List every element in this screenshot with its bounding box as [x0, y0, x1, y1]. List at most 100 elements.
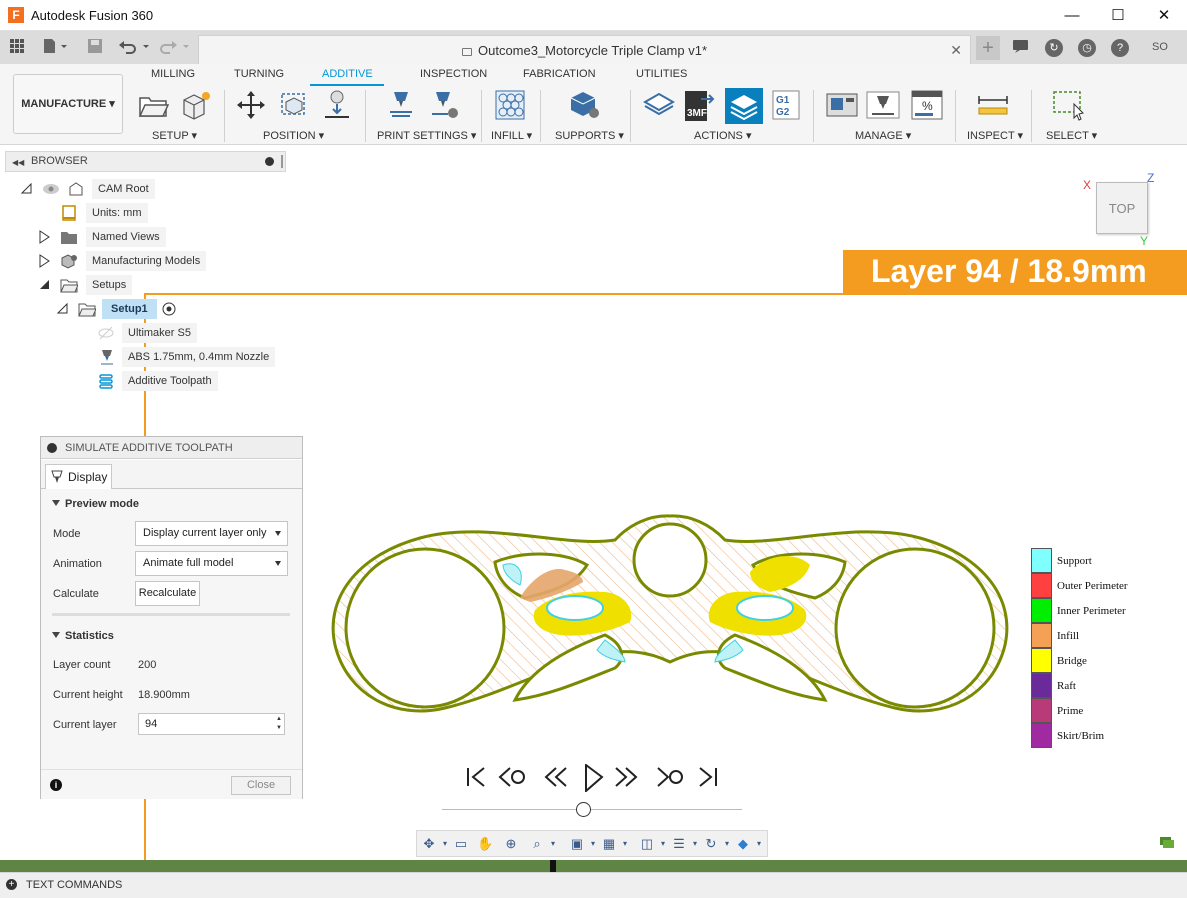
visibility-eye-icon[interactable]	[42, 182, 60, 196]
new-tab-plus-icon[interactable]: +	[976, 36, 1000, 60]
comments-icon[interactable]	[1160, 837, 1174, 849]
tab-milling[interactable]: MILLING	[151, 68, 195, 80]
mode-dropdown[interactable]: Display current layer only	[135, 521, 288, 546]
display-settings-icon[interactable]: ▣	[569, 836, 585, 852]
browser-minimize-icon[interactable]	[265, 157, 274, 166]
tab-utilities[interactable]: UTILITIES	[636, 68, 687, 80]
timeline-bar[interactable]	[0, 860, 1187, 872]
refresh-dropdown-chevron-icon[interactable]: ▾	[719, 836, 735, 852]
browser-node-cam-root[interactable]: CAM Root	[20, 179, 160, 199]
group-position[interactable]: POSITION ▾	[263, 129, 324, 142]
workspace-switcher[interactable]: MANUFACTURE ▾	[13, 74, 123, 134]
supports-box-icon[interactable]	[567, 90, 599, 120]
display-dropdown-chevron-icon[interactable]: ▾	[585, 836, 601, 852]
browser-node-setups[interactable]: Setups	[38, 275, 148, 295]
preview-mode-section-title[interactable]: Preview mode	[65, 498, 139, 510]
tab-turning[interactable]: TURNING	[234, 68, 284, 80]
print-setting-library-icon[interactable]	[866, 90, 900, 120]
pan-hand-icon[interactable]: ✋	[477, 836, 493, 852]
browser-node-print-setting[interactable]: ABS 1.75mm, 0.4mm Nozzle	[94, 347, 284, 367]
browser-node-setup1[interactable]: Setup1	[56, 299, 186, 319]
move-arrows-icon[interactable]	[236, 90, 266, 120]
viewports-dropdown-chevron-icon[interactable]: ▾	[655, 836, 671, 852]
orbit-dropdown-chevron-icon[interactable]: ▾	[437, 836, 453, 852]
document-tab[interactable]: Outcome3_Motorcycle Triple Clamp v1* ✕	[198, 35, 971, 64]
current-layer-spinner[interactable]: 94 ▲ ▼	[138, 713, 285, 735]
stock-dropdown-chevron-icon[interactable]: ▾	[751, 836, 767, 852]
infill-honeycomb-icon[interactable]	[495, 90, 525, 120]
last-layer-icon[interactable]	[699, 767, 717, 787]
group-supports[interactable]: SUPPORTS ▾	[555, 129, 624, 142]
active-setup-radio-icon[interactable]	[162, 302, 176, 316]
chat-icon[interactable]	[1012, 38, 1030, 57]
export-3mf-icon[interactable]: 3MF	[683, 90, 715, 121]
layer-slider-track[interactable]	[442, 809, 742, 810]
spinner-arrows-icon[interactable]: ▲ ▼	[276, 715, 282, 733]
section-analysis-icon[interactable]: ☰	[671, 836, 687, 852]
close-tab-icon[interactable]: ✕	[950, 42, 962, 59]
stock-display-icon[interactable]: ◆	[735, 836, 751, 852]
step-forward-icon[interactable]	[657, 767, 683, 787]
statistics-section-title[interactable]: Statistics	[65, 630, 114, 642]
group-inspect[interactable]: INSPECT ▾	[967, 129, 1023, 142]
minimize-button[interactable]: —	[1049, 0, 1095, 31]
manufacturing-model-box-icon[interactable]	[180, 90, 210, 120]
expand-triangle-icon[interactable]	[38, 230, 50, 244]
layer-slider-thumb[interactable]	[576, 802, 591, 817]
print-setting-editor-icon[interactable]	[428, 90, 458, 120]
browser-node-manufacturing-models[interactable]: Manufacturing Models	[38, 251, 218, 271]
maximize-button[interactable]: ☐	[1095, 0, 1141, 31]
print-setting-nozzle-icon[interactable]	[386, 90, 416, 120]
group-print-settings[interactable]: PRINT SETTINGS ▾	[377, 129, 476, 142]
tab-display[interactable]: Display	[45, 464, 112, 490]
text-commands-bar[interactable]: + TEXT COMMANDS	[0, 872, 1187, 898]
browser-node-units[interactable]: Units: mm	[56, 203, 156, 223]
expand-triangle-icon[interactable]	[38, 254, 50, 268]
close-button[interactable]: Close	[231, 776, 291, 795]
group-actions[interactable]: ACTIONS ▾	[694, 129, 751, 142]
fit-zoom-icon[interactable]: ⌕	[529, 836, 545, 852]
step-back-icon[interactable]	[498, 767, 525, 787]
simulate-toolpath-icon[interactable]	[725, 88, 763, 124]
file-menu-icon[interactable]	[42, 38, 68, 57]
drop-to-platform-icon[interactable]	[322, 90, 352, 120]
panel-collapse-icon[interactable]	[47, 443, 57, 453]
new-setup-folder-icon[interactable]	[138, 90, 170, 120]
info-icon[interactable]: i	[50, 779, 62, 791]
viewports-icon[interactable]: ◫	[639, 836, 655, 852]
play-icon[interactable]	[585, 764, 604, 792]
recalculate-button[interactable]: Recalculate	[135, 581, 200, 606]
hidden-eye-icon[interactable]	[98, 325, 114, 341]
task-manager-percent-icon[interactable]: %	[911, 90, 943, 120]
section-collapse-icon[interactable]	[52, 500, 60, 506]
browser-node-machine[interactable]: Ultimaker S5	[94, 323, 214, 343]
timeline-marker[interactable]	[550, 860, 556, 872]
group-infill[interactable]: INFILL ▾	[491, 129, 532, 142]
look-at-icon[interactable]: ▭	[453, 836, 469, 852]
fast-forward-icon[interactable]	[615, 767, 638, 787]
browser-node-additive-toolpath[interactable]: Additive Toolpath	[94, 371, 234, 391]
user-account-initials[interactable]: SO	[1152, 38, 1168, 57]
panel-header[interactable]: SIMULATE ADDITIVE TOOLPATH	[41, 437, 302, 459]
collapse-triangle-icon[interactable]	[20, 182, 32, 194]
generate-toolpath-icon[interactable]	[642, 90, 676, 120]
rewind-icon[interactable]	[544, 767, 567, 787]
help-icon[interactable]: ?	[1111, 39, 1129, 57]
orbit-icon[interactable]: ✥	[421, 836, 437, 852]
zoom-icon[interactable]: ⊕	[503, 836, 519, 852]
browser-header[interactable]: ◀◀ BROWSER	[5, 151, 286, 172]
browser-node-named-views[interactable]: Named Views	[38, 227, 178, 247]
refresh-icon[interactable]: ↻	[703, 836, 719, 852]
collapse-triangle-icon[interactable]	[38, 278, 50, 290]
tab-fabrication[interactable]: FABRICATION	[523, 68, 596, 80]
group-setup[interactable]: SETUP ▾	[152, 129, 197, 142]
first-layer-icon[interactable]	[467, 767, 485, 787]
job-status-clock-icon[interactable]: ◷	[1078, 39, 1096, 57]
save-icon[interactable]	[87, 38, 103, 57]
data-panel-grid-icon[interactable]	[9, 38, 25, 57]
grid-settings-icon[interactable]: ▦	[601, 836, 617, 852]
group-select[interactable]: SELECT ▾	[1046, 129, 1097, 142]
close-window-button[interactable]: ✕	[1141, 0, 1187, 31]
post-process-g1g2-icon[interactable]: G1 G2	[772, 90, 800, 120]
section-collapse-icon[interactable]	[52, 632, 60, 638]
